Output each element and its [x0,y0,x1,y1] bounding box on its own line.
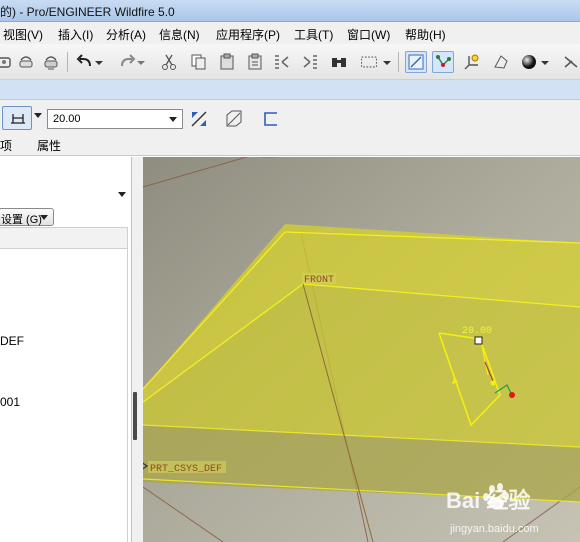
window-title: 的) - Pro/ENGINEER Wildfire 5.0 [0,5,175,19]
shading-icon[interactable] [518,51,540,73]
tree-settings-label: 设置 (G) [1,214,42,226]
redo-icon[interactable] [116,51,138,73]
more-icon[interactable] [560,51,580,73]
paste-icon[interactable] [216,51,238,73]
orient-icon[interactable] [490,51,512,73]
csys-label[interactable]: PRT_CSYS_DEF [150,464,222,475]
copy-icon[interactable] [188,51,210,73]
watermark-url: jingyan.baidu.com [449,523,539,535]
send-icon[interactable] [40,51,62,73]
tree-view-dropdown-icon[interactable] [118,192,126,197]
dimension-value: 20.00 [53,113,81,125]
undo-dropdown-icon[interactable] [94,51,104,73]
regenerate-manager-icon[interactable] [300,51,322,73]
menu-info[interactable]: 信息(N) [159,26,200,43]
menu-tools[interactable]: 工具(T) [294,26,333,43]
cut-icon[interactable] [158,51,180,73]
paste-special-icon[interactable] [244,51,266,73]
datum-display-icon[interactable] [405,51,427,73]
shading-dropdown-icon[interactable] [540,51,550,73]
dimension-type-button[interactable] [2,106,32,130]
tree-column-header [0,227,127,249]
sketch-dimension-label[interactable]: 20.00 [462,326,492,337]
save-copy-icon[interactable] [0,51,16,73]
menu-applications[interactable]: 应用程序(P) [216,26,280,43]
redo-dropdown-icon[interactable] [136,51,146,73]
panel-splitter[interactable] [131,157,143,542]
tree-item-feature[interactable]: 001 [0,395,20,409]
menu-view[interactable]: 视图(V) [3,26,43,43]
chevron-down-icon [40,215,48,220]
tree-item-csys[interactable]: DEF [0,334,24,348]
select-dropdown-icon[interactable] [382,51,392,73]
splitter-grip-icon[interactable] [133,392,137,440]
menu-window[interactable]: 窗口(W) [347,26,390,43]
coord-sys-icon[interactable] [461,51,483,73]
model-tree-panel: 设置 (G) DEF 001 [0,157,138,542]
remove-material-icon[interactable] [224,109,244,129]
window-title-bar: 的) - Pro/ENGINEER Wildfire 5.0 [0,0,580,22]
menu-insert[interactable]: 插入(I) [58,26,93,43]
tree-settings-button[interactable]: 设置 (G) [0,208,54,226]
baidu-watermark: Bai 经验 jingyan.baidu.com [432,476,580,542]
undo-icon[interactable] [74,51,96,73]
ribbon-strip [0,80,580,100]
print-icon[interactable] [15,51,37,73]
dimension-type-dropdown-icon[interactable] [34,113,42,118]
find-icon[interactable] [328,51,350,73]
menu-bar: 视图(V) 插入(I) 分析(A) 信息(N) 应用程序(P) 工具(T) 窗口… [0,22,580,44]
flip-direction-icon[interactable] [189,109,209,129]
select-box-icon[interactable] [356,51,382,73]
thicken-sketch-icon[interactable] [261,109,281,129]
tab-properties[interactable]: 属性 [37,137,61,154]
combo-dropdown-icon[interactable] [169,117,177,122]
datum-front-label[interactable]: FRONT [304,275,334,286]
tab-options[interactable]: 项 [0,137,12,154]
menu-analysis[interactable]: 分析(A) [106,26,146,43]
watermark-brand: Bai 经验 [446,488,530,513]
regenerate-icon[interactable] [270,51,292,73]
main-toolbar [0,44,580,80]
menu-help[interactable]: 帮助(H) [405,26,446,43]
dimension-value-combo[interactable]: 20.00 [47,109,183,129]
datum-points-icon[interactable] [432,51,454,73]
